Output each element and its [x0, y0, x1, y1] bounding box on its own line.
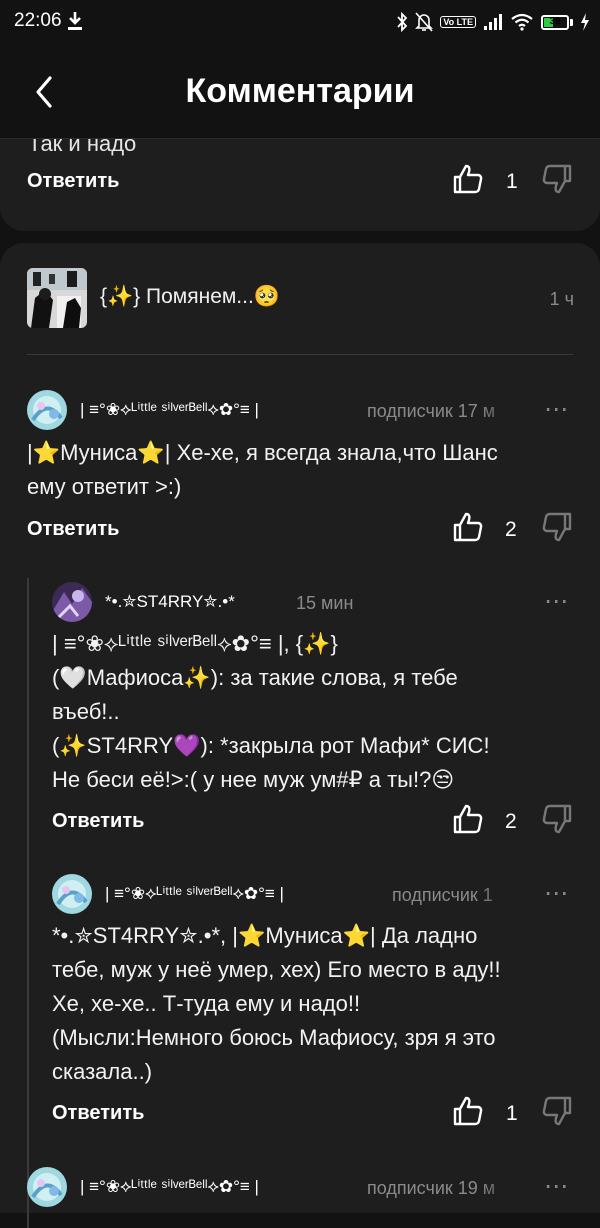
more-options-icon[interactable]: ⋯ [544, 590, 569, 614]
charging-icon [581, 13, 589, 31]
cut-off-comment-text: Так и надо [28, 139, 137, 156]
comment-text: *•.✮ST4RRY✮.•*, |⭐Муниса⭐| Да ладно тебе… [52, 923, 501, 1084]
dislike-icon[interactable] [541, 1095, 573, 1127]
status-icons: Vo LTE 39 [396, 10, 590, 34]
like-icon[interactable] [452, 803, 484, 835]
overflow-fade [478, 1173, 548, 1203]
post-title[interactable]: {✨} Помянем...🥺 [100, 285, 280, 309]
more-options-icon[interactable]: ⋯ [544, 882, 569, 906]
muted-bell-icon [415, 12, 434, 32]
status-time: 22:06 [14, 10, 62, 31]
volte-icon: Vo LTE [440, 16, 476, 28]
like-icon[interactable] [452, 163, 484, 195]
avatar[interactable] [27, 390, 67, 430]
battery-icon: 39 [541, 14, 573, 30]
dislike-icon[interactable] [541, 511, 573, 543]
signal-icon [484, 14, 502, 30]
comment-author[interactable]: | ≡°❀⟡ᴸⁱᵗᵗˡᵉ ˢⁱˡᵛᵉʳᴮᵉˡˡ⟡✿°≡ | [80, 400, 259, 420]
like-count: 2 [505, 810, 517, 833]
comment-text: | ≡°❀⟡ᴸⁱᵗᵗˡᵉ ˢⁱˡᵛᵉʳᴮᵉˡˡ⟡✿°≡ |, {✨} (🤍Маф… [52, 631, 490, 792]
like-count: 1 [506, 170, 518, 193]
reply-button[interactable]: Ответить [27, 518, 119, 541]
more-options-icon[interactable]: ⋯ [544, 398, 569, 422]
post-comments-card: {✨} Помянем...🥺 1 ч | ≡°❀⟡ᴸⁱᵗᵗˡᵉ ˢⁱˡᵛᵉʳᴮ… [0, 243, 600, 1228]
page-title: Комментарии [185, 72, 415, 110]
like-icon[interactable] [452, 511, 484, 543]
like-count: 2 [505, 518, 517, 541]
comment-author[interactable]: | ≡°❀⟡ᴸⁱᵗᵗˡᵉ ˢⁱˡᵛᵉʳᴮᵉˡˡ⟡✿°≡ | [105, 884, 284, 904]
overflow-fade [478, 395, 548, 425]
battery-level: 39 [549, 15, 561, 27]
reply-thread-line [27, 578, 29, 1228]
reply-button[interactable]: Ответить [52, 1102, 144, 1125]
comment-text: |⭐Муниса⭐| Хе-хе, я всегда знала,что Шан… [27, 440, 498, 499]
reply-button[interactable]: Ответить [27, 170, 119, 193]
wifi-icon [511, 13, 533, 31]
reply-button[interactable]: Ответить [52, 810, 144, 833]
previous-comment-card: Так и надо Ответить 1 [0, 139, 600, 231]
comment-meta: подписчик 17 м [367, 401, 496, 421]
avatar[interactable] [27, 1167, 67, 1207]
divider [27, 354, 573, 355]
avatar[interactable] [52, 582, 92, 622]
like-icon[interactable] [452, 1095, 484, 1127]
dislike-icon[interactable] [541, 163, 573, 195]
post-thumbnail[interactable] [27, 268, 87, 328]
status-bar: 22:06 Vo LTE 39 [0, 0, 600, 46]
download-icon [68, 12, 82, 30]
dislike-icon[interactable] [541, 803, 573, 835]
avatar[interactable] [52, 874, 92, 914]
overflow-fade [478, 879, 548, 909]
app-header: Комментарии [0, 46, 600, 138]
more-options-icon[interactable]: ⋯ [544, 1175, 569, 1199]
post-time: 1 ч [549, 289, 574, 309]
comment-author[interactable]: | ≡°❀⟡ᴸⁱᵗᵗˡᵉ ˢⁱˡᵛᵉʳᴮᵉˡˡ⟡✿°≡ | [80, 1177, 259, 1197]
like-count: 1 [506, 1102, 518, 1125]
comment-meta: подписчик 19 м [367, 1178, 496, 1198]
bluetooth-icon [397, 12, 408, 32]
comment-author[interactable]: *•.✮ST4RRY✮.•* [105, 592, 235, 612]
comment-meta: 15 мин [296, 593, 354, 613]
